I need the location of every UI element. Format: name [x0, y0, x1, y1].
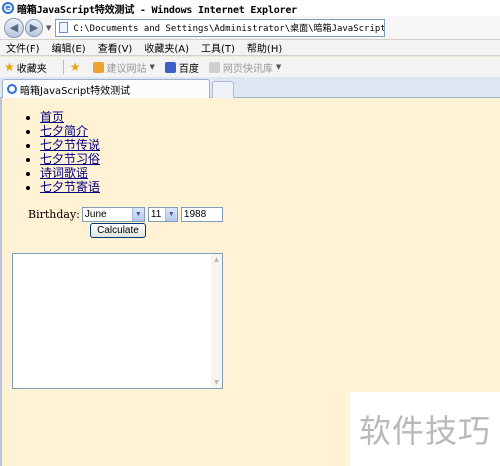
favorites-bar: ★ 收藏夹 ★ 建议网站 ▼ 百度 网页快讯库 ▼	[0, 57, 500, 77]
address-url: C:\Documents and Settings\Administrator\…	[73, 24, 386, 34]
year-input[interactable]: 1988	[180, 207, 223, 222]
baidu-link[interactable]: 百度	[164, 60, 199, 75]
output-textarea[interactable]: ▲ ▼	[12, 253, 223, 389]
watermark: 软件技巧	[350, 392, 500, 466]
output-scrollbar[interactable]: ▲ ▼	[211, 254, 222, 388]
star-icon: ★	[4, 60, 15, 74]
chevron-down-icon: ▼	[149, 63, 155, 71]
address-row: ◀ ▶ ▼ C:\Documents and Settings\Administ…	[0, 16, 500, 40]
baidu-icon	[164, 61, 176, 73]
list-item: 七夕简介	[40, 124, 100, 138]
list-item: 首页	[40, 110, 100, 124]
month-value: June	[84, 209, 107, 220]
favorites-button[interactable]: ★ 收藏夹	[4, 60, 47, 75]
favorites-divider	[62, 60, 64, 74]
suggested-sites-link[interactable]: 建议网站 ▼	[92, 60, 155, 75]
favorites-label: 收藏夹	[16, 63, 47, 75]
nav-list: 首页 七夕简介 七夕节传说 七夕节习俗 诗词歌谣 七夕节寄语	[40, 110, 100, 194]
scroll-down-icon[interactable]: ▼	[211, 377, 222, 388]
web-slice-label: 网页快讯库	[222, 63, 273, 75]
page-favicon-icon	[7, 84, 17, 94]
suggested-sites-label: 建议网站	[106, 63, 147, 75]
title-bar: e 暗箱JavaScript特效测试 - Windows Internet Ex…	[0, 0, 500, 16]
list-item: 诗词歌谣	[40, 166, 100, 180]
new-tab-button[interactable]	[212, 81, 234, 98]
address-field[interactable]: C:\Documents and Settings\Administrator\…	[55, 18, 386, 37]
forward-button[interactable]: ▶	[25, 18, 43, 37]
menu-help[interactable]: 帮助(H)	[247, 40, 282, 55]
chevron-down-icon: ▼	[275, 63, 282, 71]
nav-link-customs[interactable]: 七夕节习俗	[40, 152, 100, 166]
baidu-label: 百度	[178, 63, 199, 75]
menu-file[interactable]: 文件(F)	[6, 40, 40, 55]
birthday-label: Birthday:	[28, 208, 80, 221]
web-slice-link[interactable]: 网页快讯库 ▼	[208, 60, 282, 75]
menu-favorites[interactable]: 收藏夹(A)	[144, 40, 189, 55]
month-select[interactable]: June ▼	[81, 207, 145, 222]
ie-logo-icon: e	[2, 2, 14, 14]
list-item: 七夕节传说	[40, 138, 100, 152]
menu-bar: 文件(F) 编辑(E) 查看(V) 收藏夹(A) 工具(T) 帮助(H)	[0, 40, 500, 56]
list-item: 七夕节寄语	[40, 180, 100, 194]
nav-link-poems[interactable]: 诗词歌谣	[40, 166, 88, 180]
add-favorite-button[interactable]: ★	[70, 60, 83, 74]
tab-current-page[interactable]: 暗箱JavaScript特效测试	[2, 79, 210, 98]
window-title: 暗箱JavaScript特效测试 - Windows Internet Expl…	[17, 4, 297, 16]
day-value: 11	[150, 209, 162, 220]
web-slice-icon	[208, 61, 220, 73]
day-select[interactable]: 11 ▼	[147, 207, 178, 222]
scroll-up-icon[interactable]: ▲	[211, 254, 222, 265]
menu-edit[interactable]: 编辑(E)	[52, 40, 86, 55]
nav-link-legend[interactable]: 七夕节传说	[40, 138, 100, 152]
tab-row: 暗箱JavaScript特效测试	[0, 77, 500, 98]
chevron-down-icon: ▼	[164, 208, 177, 221]
suggested-sites-icon	[92, 61, 104, 73]
history-dropdown-icon[interactable]: ▼	[46, 24, 51, 32]
back-button[interactable]: ◀	[4, 17, 24, 38]
menu-view[interactable]: 查看(V)	[98, 40, 133, 55]
nav-link-intro[interactable]: 七夕简介	[40, 124, 88, 138]
nav-link-wishes[interactable]: 七夕节寄语	[40, 180, 100, 194]
menu-tools[interactable]: 工具(T)	[201, 40, 235, 55]
tab-label: 暗箱JavaScript特效测试	[20, 85, 131, 97]
birthday-row: Birthday: June ▼ 11 ▼ 1988	[28, 207, 223, 222]
nav-link-home[interactable]: 首页	[40, 110, 64, 124]
list-item: 七夕节习俗	[40, 152, 100, 166]
add-favorite-icon: ★	[69, 60, 81, 74]
chevron-down-icon: ▼	[131, 208, 144, 221]
calculate-button[interactable]: Calculate	[90, 223, 146, 238]
page-icon	[59, 22, 69, 33]
